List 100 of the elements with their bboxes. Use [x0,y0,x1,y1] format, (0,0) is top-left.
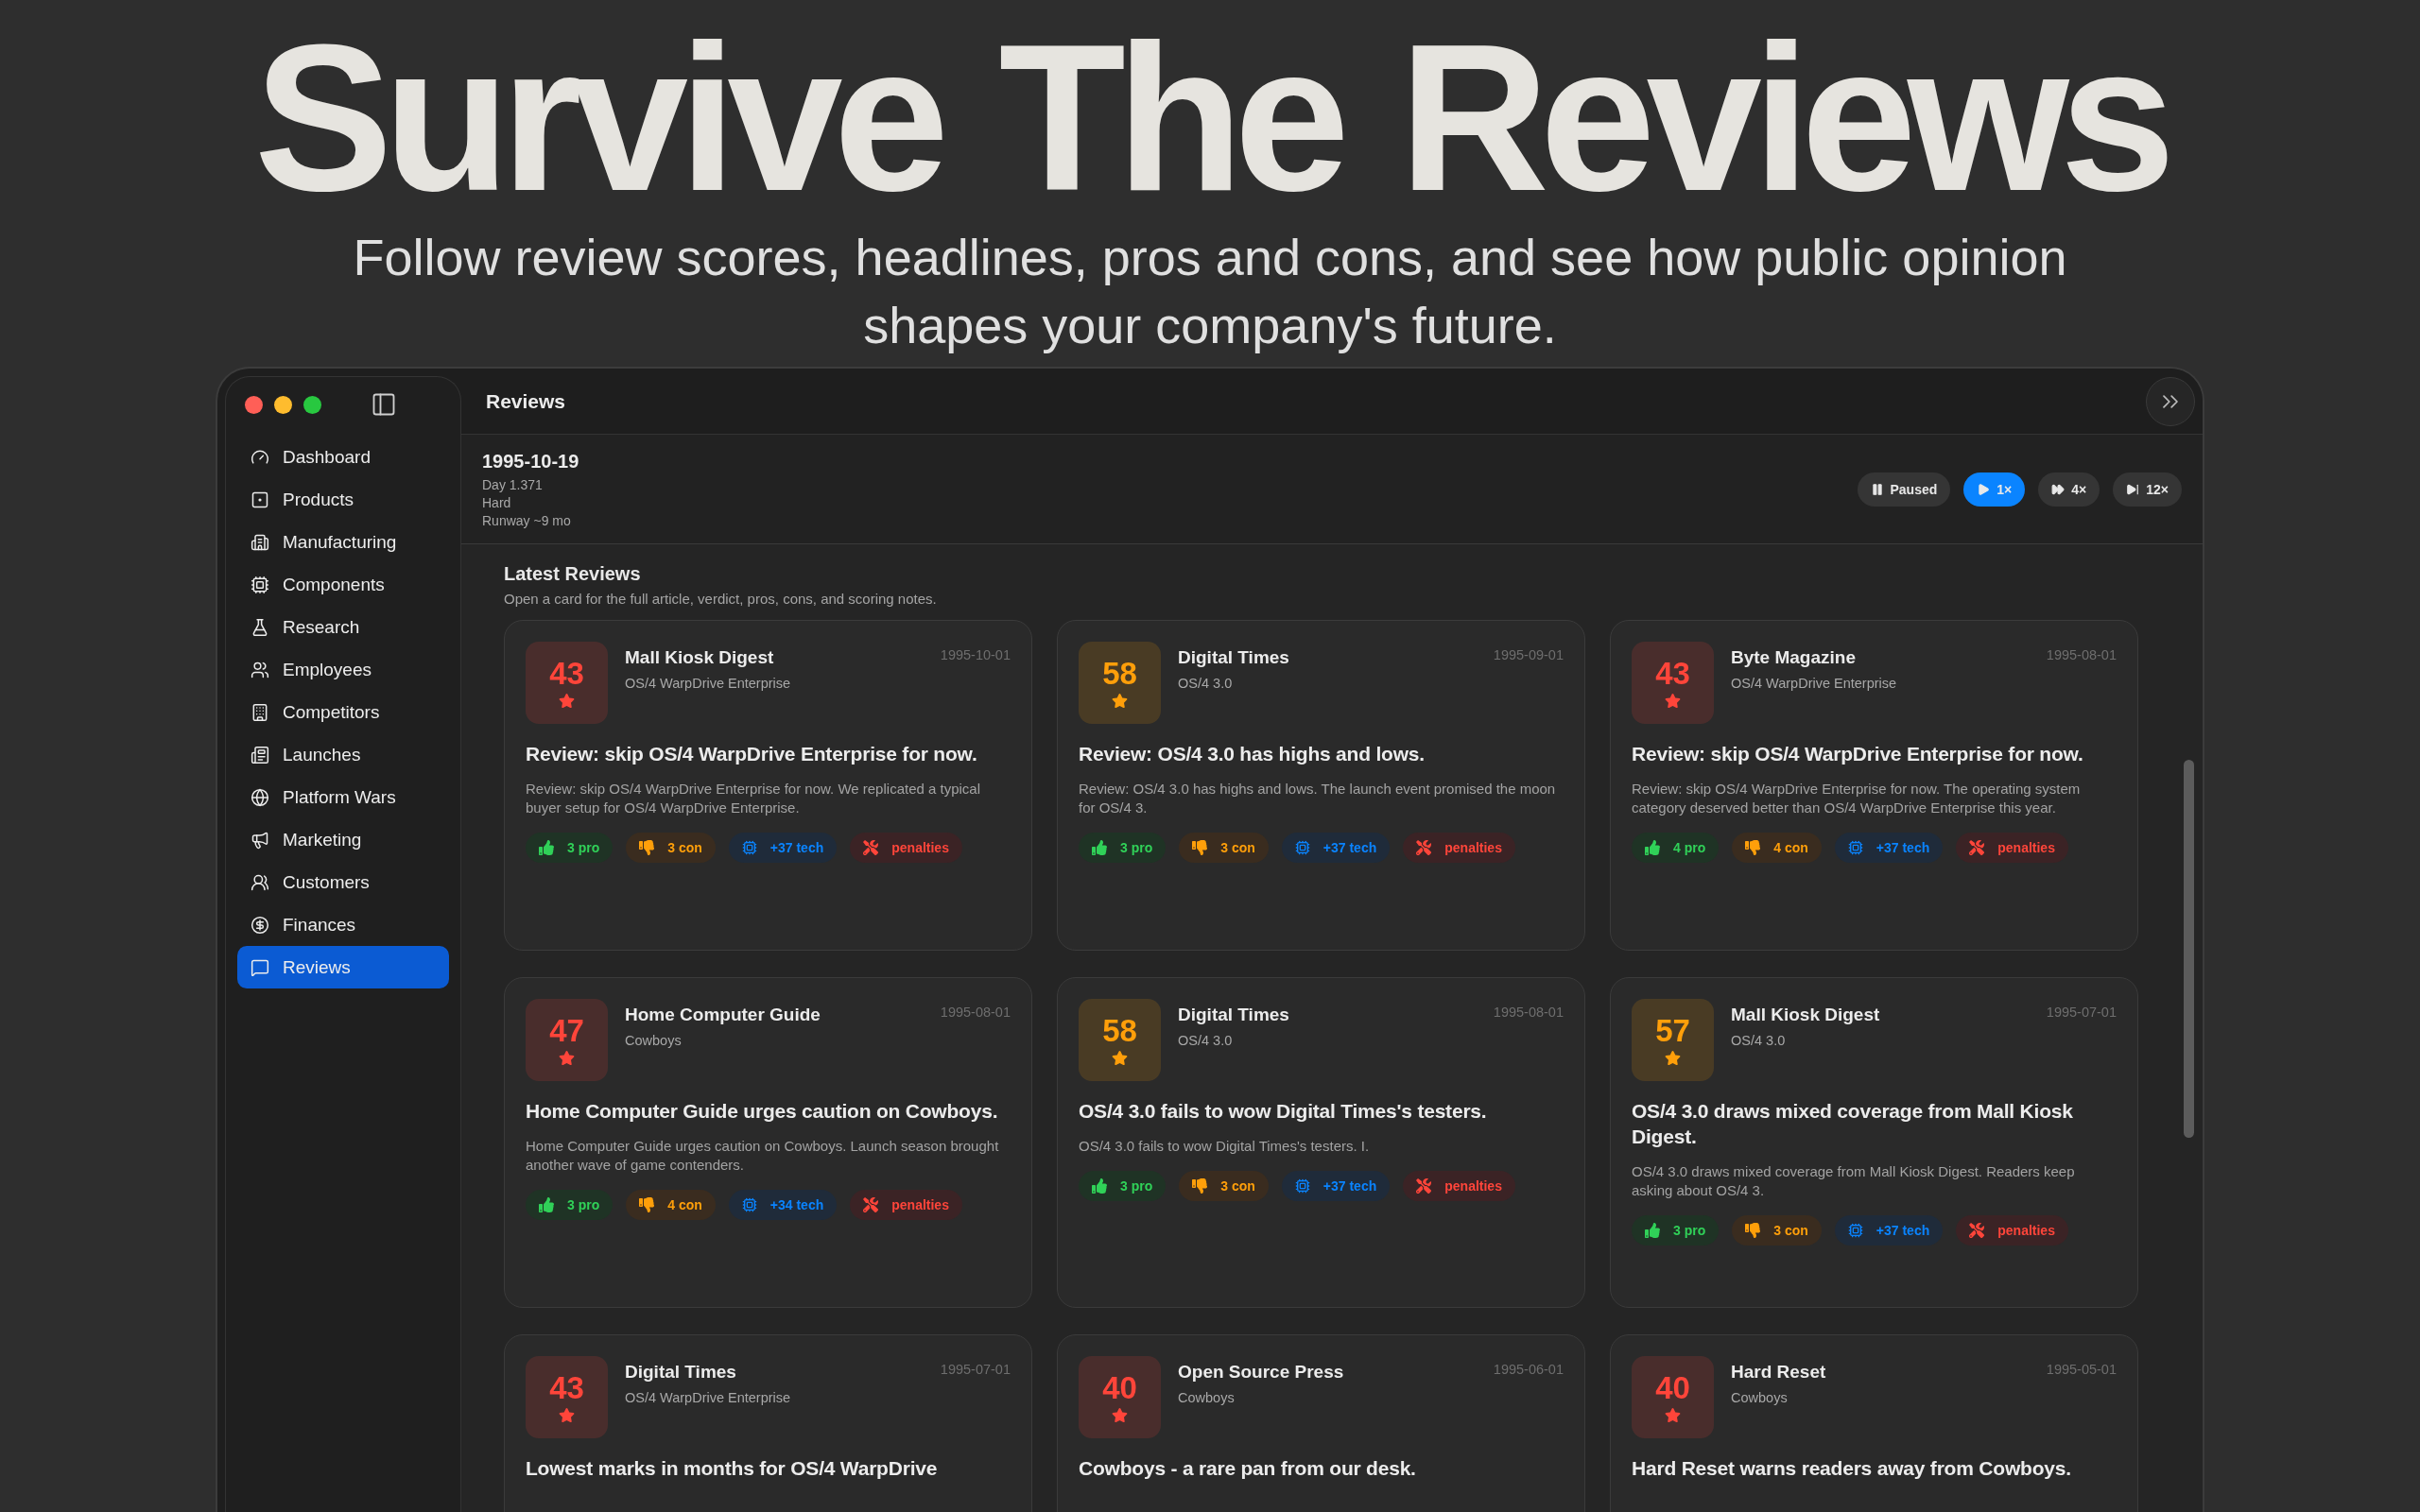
speed-button[interactable]: 12× [2113,472,2182,507]
review-card[interactable] [1610,977,2138,1308]
score-value: 58 [1102,657,1137,689]
review-date: 1995-08-01 [2046,646,2117,662]
review-card[interactable]: 58 Digital Times OS/4 3.0 1995-09-01 Review: OS/4 3.0 has highs and lows. Review: OS/4 3.0 has highs and lows. The launch event promised the moon for OS/4 3. 3 pro 3 con +37 tech penalties [1057,620,1585,951]
star-icon [559,1049,575,1066]
review-date: 1995-09-01 [1493,646,1564,662]
sidebar-toggle-button[interactable] [371,391,397,418]
skip-forward-icon [2126,482,2140,496]
sidebar-item[interactable]: Research [237,606,449,648]
review-date: 1995-07-01 [2046,1004,2117,1020]
minimize-button[interactable] [274,395,292,414]
score-value: 57 [1655,1014,1690,1046]
publisher-name: Digital Times [1178,647,1290,668]
speed-button[interactable]: Paused [1857,472,1951,507]
review-headline: Hard Reset warns readers away from Cowboys. [1632,1456,2072,1481]
review-card[interactable] [504,620,1032,951]
pro-tag: 3 pro [1079,1171,1167,1201]
thumbs-down-icon [1192,840,1208,855]
pro-tag: 3 pro [526,833,614,863]
con-tag: 3 con [1732,1215,1822,1246]
pro-tag: 3 pro [526,1190,614,1220]
chip-icon [1847,840,1863,855]
tools-icon [863,840,879,855]
review-date: 1995-05-01 [2046,1361,2117,1377]
sidebar-icon [371,391,397,418]
review-card[interactable] [504,977,1032,1308]
score-value: 40 [1102,1371,1137,1403]
zoom-button[interactable] [303,395,321,414]
con-tag: 4 con [1732,833,1822,863]
pro-tag: 3 pro [1079,833,1167,863]
score-value: 58 [1102,1014,1137,1046]
penalty-tag: penalties [1956,1215,2068,1246]
tech-tag: +37 tech [1834,1215,1944,1246]
review-card[interactable] [1610,620,2138,951]
score-value: 43 [549,657,584,689]
expand-button[interactable] [2146,376,2195,426]
pro-tag: 3 pro [1632,1215,1720,1246]
tools-icon [863,1197,879,1212]
publisher-name: Mall Kiosk Digest [625,647,775,668]
star-icon [1112,1406,1128,1423]
product-name: Cowboys [1731,1390,1789,1405]
product-name: OS/4 WarpDrive Enterprise [1731,676,1898,691]
pause-icon [1870,482,1884,496]
sidebar-item[interactable]: Components [237,563,449,606]
product-name: Cowboys [1178,1390,1236,1405]
sidebar-item[interactable]: Employees [237,648,449,691]
score-value: 43 [1655,657,1690,689]
publisher-name: Byte Magazine [1731,647,1857,668]
tech-tag: +37 tech [1281,1171,1391,1201]
scrollbar-thumb[interactable] [2183,760,2194,1138]
penalty-tag: penalties [850,1190,962,1220]
star-icon [1112,692,1128,709]
score-value: 47 [549,1014,584,1046]
review-headline: Review: skip OS/4 WarpDrive Enterprise for now. [1632,742,2084,766]
review-date: 1995-08-01 [940,1004,1011,1020]
chip-icon [1294,840,1310,855]
review-date: 1995-10-01 [940,646,1011,662]
review-headline: Review: skip OS/4 WarpDrive Enterprise for now. [526,742,978,766]
building-icon [251,532,269,552]
sidebar-item[interactable]: Reviews [237,946,449,988]
review-summary: OS/4 3.0 draws mixed coverage from Mall Kiosk Digest. Readers keep asking about OS/4 3. [1632,1162,2076,1200]
section-title: Latest Reviews [504,563,642,585]
review-card[interactable]: 58 Digital Times OS/4 3.0 1995-08-01 OS/4 3.0 fails to wow Digital Times's testers. OS/4 3.0 fails to wow Digital Times's testers. I. 3 pro 3 con +37 tech penalties [1057,977,1585,1308]
pro-tag: 4 pro [1632,833,1720,863]
sidebar-item[interactable]: Marketing [237,818,449,861]
close-button[interactable] [245,395,263,414]
publisher-name: Digital Times [625,1362,737,1383]
review-card[interactable]: 43 Digital Times OS/4 WarpDrive Enterprise 1995-07-01 Lowest marks in months for OS/4 WarpDrive [504,1334,1032,1512]
star-icon [1665,692,1681,709]
penalty-tag: penalties [1403,1171,1515,1201]
sidebar-item[interactable]: Platform Wars [237,776,449,818]
play-icon [1977,482,1991,496]
thumbs-up-icon [1645,1223,1660,1238]
people-icon [251,660,269,679]
thumbs-up-icon [539,840,554,855]
thumbs-down-icon [1745,1223,1761,1238]
sidebar-item[interactable]: Dashboard [237,436,449,478]
review-summary: Review: skip OS/4 WarpDrive Enterprise for now. The operating system category deserved better than OS/4 WarpDrive Enterprise this year. [1632,780,2082,817]
section-description: Open a card for the full article, verdict, pros, cons, and scoring notes. [504,591,938,607]
review-date: 1995-06-01 [1493,1361,1564,1377]
sidebar-item[interactable]: Launches [237,733,449,776]
thumbs-down-icon [1745,840,1761,855]
star-icon [1665,1406,1681,1423]
review-headline: OS/4 3.0 fails to wow Digital Times's testers. [1079,1099,1488,1124]
sidebar-item[interactable]: Products [237,478,449,521]
thumbs-up-icon [1092,840,1107,855]
speed-button[interactable]: 4× [2038,472,2100,507]
tech-tag: +34 tech [728,1190,838,1220]
sidebar-item[interactable]: Customers [237,861,449,903]
thumbs-down-icon [1192,1178,1208,1194]
window-title: Reviews [486,389,566,413]
sidebar-item[interactable]: Competitors [237,691,449,733]
publisher-name: Open Source Press [1178,1362,1345,1383]
review-card[interactable]: 40 Hard Reset Cowboys 1995-05-01 Hard Reset warns readers away from Cowboys. [1610,1334,2138,1512]
sidebar-item[interactable]: Finances [237,903,449,946]
sidebar-item[interactable]: Manufacturing [237,521,449,563]
review-card[interactable]: 40 Open Source Press Cowboys 1995-06-01 Cowboys - a rare pan from our desk. [1057,1334,1585,1512]
tools-icon [1969,1223,1985,1238]
publisher-name: Home Computer Guide [625,1005,821,1025]
